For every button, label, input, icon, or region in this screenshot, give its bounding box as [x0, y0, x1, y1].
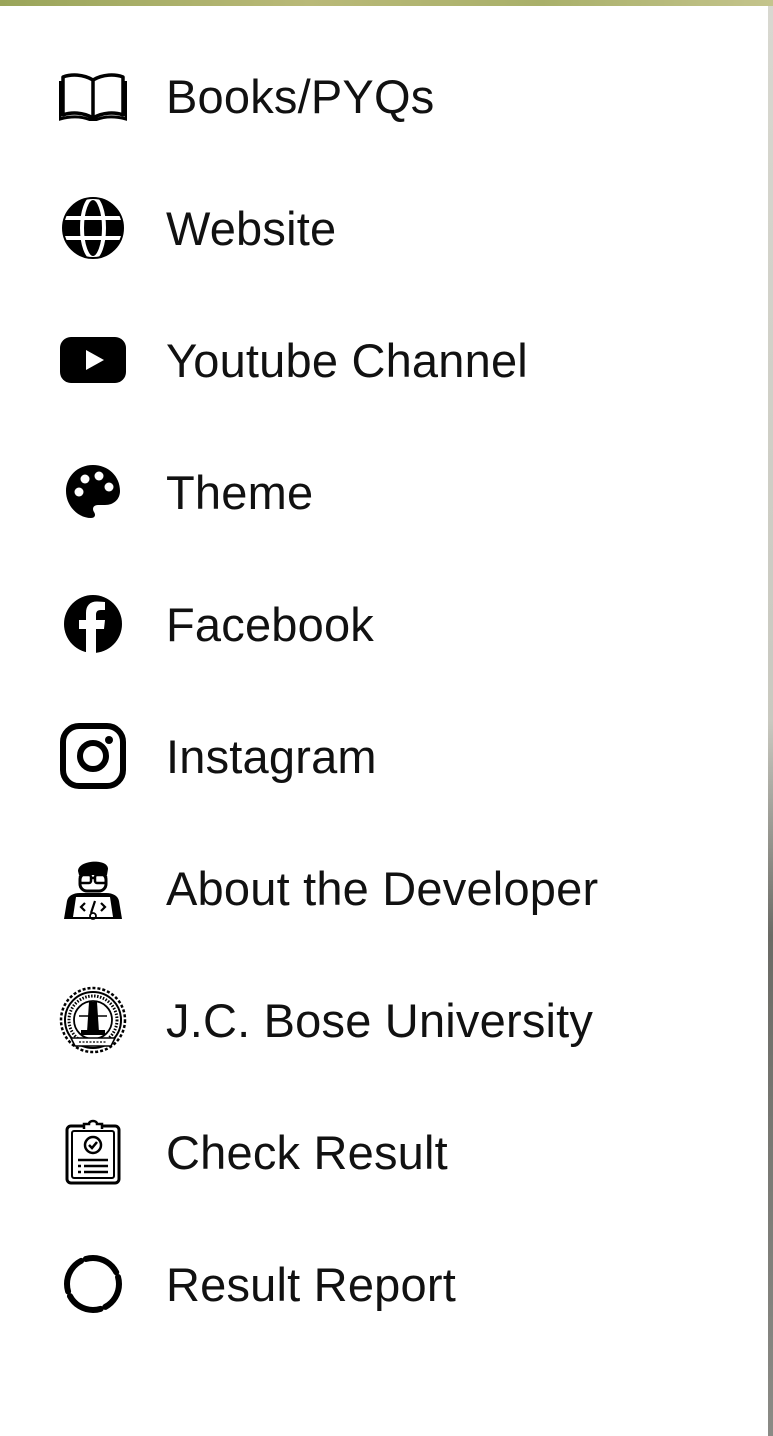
- menu-item-theme[interactable]: Theme: [0, 426, 768, 558]
- menu-item-label: About the Developer: [166, 861, 599, 915]
- menu-item-youtube-channel[interactable]: Youtube Channel: [0, 294, 768, 426]
- menu-item-jc-bose-university[interactable]: J.C. Bose University: [0, 954, 768, 1086]
- book-icon: [58, 61, 128, 131]
- youtube-icon: [58, 325, 128, 395]
- menu-item-label: J.C. Bose University: [166, 993, 594, 1047]
- background-edge: [768, 6, 773, 1436]
- menu-item-about-developer[interactable]: About the Developer: [0, 822, 768, 954]
- menu-item-books-pyqs[interactable]: Books/PYQs: [0, 30, 768, 162]
- drawer-menu: Books/PYQs Website Youtube Channel Theme…: [0, 30, 768, 1350]
- menu-item-label: Website: [166, 201, 337, 255]
- menu-item-label: Theme: [166, 465, 314, 519]
- menu-item-label: Youtube Channel: [166, 333, 528, 387]
- facebook-icon: [58, 589, 128, 659]
- instagram-icon: [58, 721, 128, 791]
- globe-icon: [58, 193, 128, 263]
- menu-item-label: Books/PYQs: [166, 69, 435, 123]
- menu-item-label: Result Report: [166, 1257, 456, 1311]
- menu-item-label: Facebook: [166, 597, 375, 651]
- developer-icon: [58, 853, 128, 923]
- clipboard-check-icon: [58, 1117, 128, 1187]
- menu-item-facebook[interactable]: Facebook: [0, 558, 768, 690]
- menu-item-label: Check Result: [166, 1125, 448, 1179]
- menu-item-instagram[interactable]: Instagram: [0, 690, 768, 822]
- menu-item-check-result[interactable]: Check Result: [0, 1086, 768, 1218]
- menu-item-label: Instagram: [166, 729, 377, 783]
- menu-item-website[interactable]: Website: [0, 162, 768, 294]
- palette-icon: [58, 457, 128, 527]
- circle-progress-icon: [58, 1249, 128, 1319]
- menu-item-result-report[interactable]: Result Report: [0, 1218, 768, 1350]
- navigation-drawer: Books/PYQs Website Youtube Channel Theme…: [0, 6, 768, 1436]
- university-seal-icon: [58, 985, 128, 1055]
